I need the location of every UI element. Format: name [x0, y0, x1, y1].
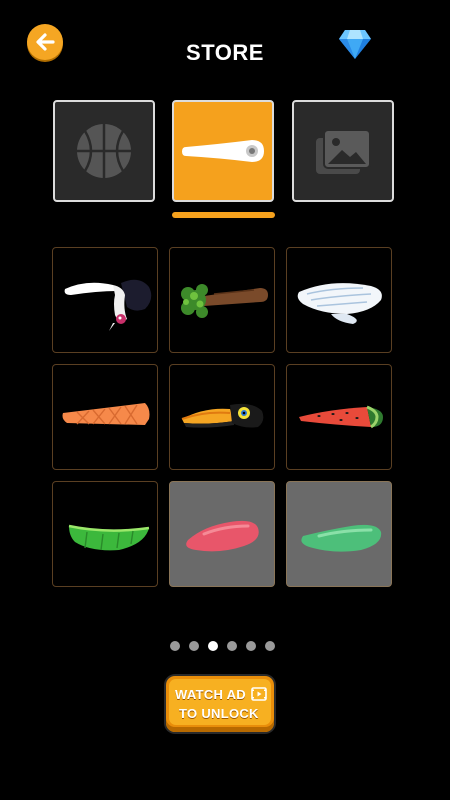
item-watermelon-flipper[interactable] [286, 364, 392, 470]
tab-flippers[interactable] [172, 100, 274, 202]
basketball-icon [77, 124, 131, 178]
item-wing-flipper[interactable] [286, 247, 392, 353]
item-green-blob-flipper[interactable] [286, 481, 392, 587]
tab-balls[interactable] [53, 100, 155, 202]
wing-flipper-icon [297, 283, 382, 324]
pagination [170, 641, 275, 651]
tab-backgrounds[interactable] [292, 100, 394, 202]
item-leafy-branch-flipper[interactable] [169, 247, 275, 353]
item-leaf-flipper[interactable] [52, 481, 158, 587]
page-dot[interactable] [189, 641, 199, 651]
image-gallery-icon [316, 129, 371, 174]
ice-cream-cone-flipper-icon [62, 403, 150, 425]
active-tab-indicator [172, 212, 275, 218]
page-title: STORE [186, 40, 264, 65]
film-icon [251, 687, 267, 701]
item-toucan-flipper[interactable] [169, 364, 275, 470]
green-blob-flipper-icon [301, 524, 382, 552]
page-dot-active[interactable] [208, 641, 218, 651]
page-dot[interactable] [246, 641, 256, 651]
item-ice-cream-cone-flipper[interactable] [52, 364, 158, 470]
page-dot[interactable] [170, 641, 180, 651]
watch-ad-to-unlock-button[interactable]: WATCH AD TO UNLOCK [166, 676, 274, 732]
item-red-blob-flipper[interactable] [169, 481, 275, 587]
vulture-flipper-icon [64, 279, 152, 331]
watermelon-flipper-icon [299, 405, 383, 429]
flipper-icon [182, 140, 264, 162]
leafy-branch-flipper-icon [181, 284, 268, 318]
item-vulture-flipper[interactable] [52, 247, 158, 353]
button-label-line1: WATCH AD [175, 687, 246, 702]
button-label-line2: TO UNLOCK [179, 706, 259, 721]
toucan-flipper-icon [181, 403, 264, 428]
diamond-icon[interactable] [338, 28, 372, 60]
red-blob-flipper-icon [186, 520, 259, 552]
page-dot[interactable] [227, 641, 237, 651]
leaf-flipper-icon [68, 524, 150, 551]
page-dot[interactable] [265, 641, 275, 651]
